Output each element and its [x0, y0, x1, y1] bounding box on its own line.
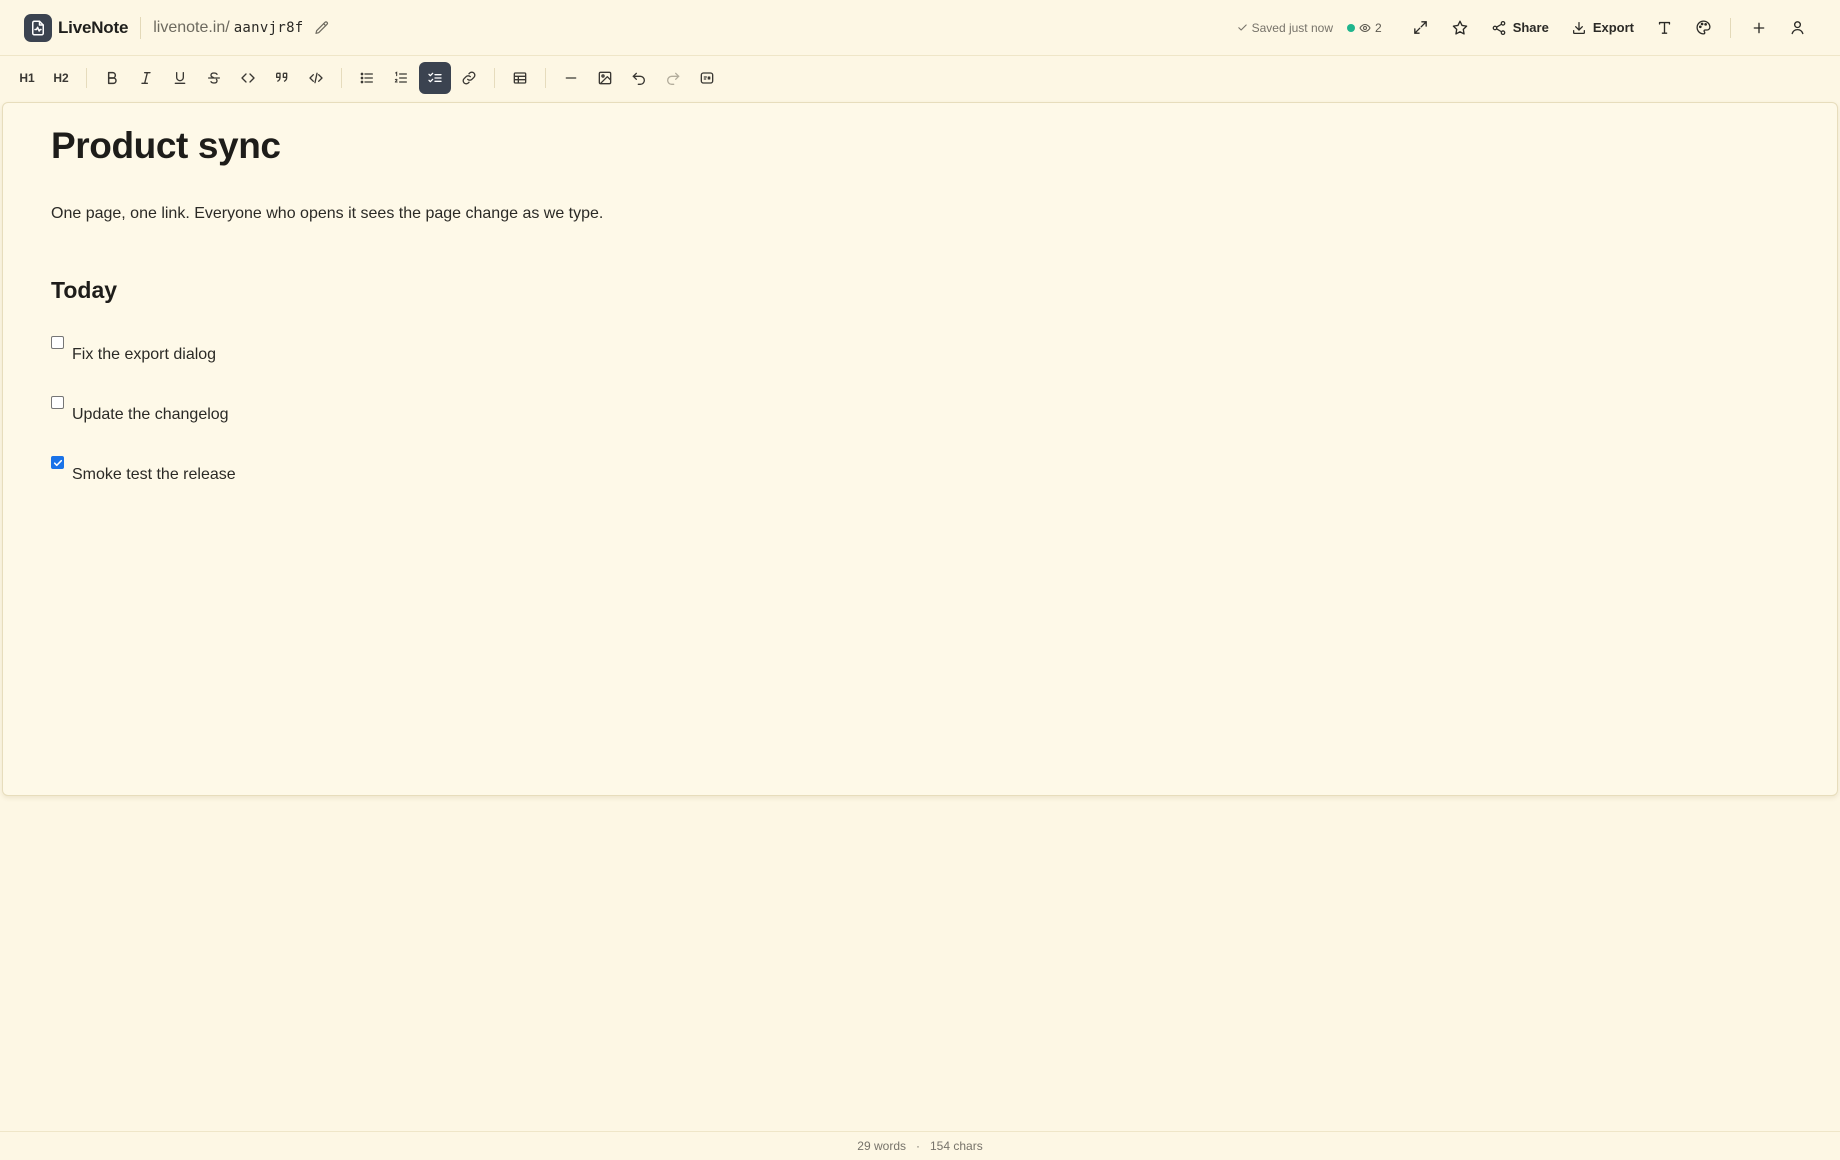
- heading-1-button[interactable]: H1: [11, 62, 43, 94]
- link-button[interactable]: [453, 62, 485, 94]
- export-button[interactable]: Export: [1561, 11, 1644, 45]
- favorite-button[interactable]: [1441, 11, 1479, 45]
- task-list-button[interactable]: [419, 62, 451, 94]
- document-intro-paragraph[interactable]: One page, one link. Everyone who opens i…: [51, 205, 603, 223]
- checkmark-icon: [53, 459, 62, 466]
- header-divider: [140, 16, 142, 39]
- header-actions: Saved just now 2 Share Export: [1237, 11, 1816, 45]
- export-label: Export: [1592, 20, 1634, 35]
- edit-slug-pencil-icon[interactable]: [314, 20, 330, 36]
- numbered-list-button[interactable]: [385, 62, 417, 94]
- header-actions-divider: [1730, 17, 1731, 38]
- section-heading[interactable]: Today: [51, 277, 117, 304]
- code-block-button[interactable]: [300, 62, 332, 94]
- task-label[interactable]: Smoke test the release: [72, 466, 236, 484]
- undo-icon: [632, 72, 645, 85]
- text-font-icon: [1658, 21, 1671, 34]
- editor-canvas[interactable]: Product sync One page, one link. Everyon…: [2, 102, 1838, 796]
- heading-2-button[interactable]: H2: [45, 62, 77, 94]
- embed-box-icon: [700, 72, 714, 84]
- horizontal-rule-icon: [565, 77, 577, 79]
- save-status: Saved just now: [1237, 21, 1333, 35]
- task-item: Update the changelog: [51, 396, 229, 424]
- app-logo-icon[interactable]: [24, 13, 52, 42]
- task-checkbox-checked[interactable]: [51, 456, 64, 469]
- viewer-presence[interactable]: 2: [1347, 21, 1382, 35]
- redo-icon: [667, 72, 680, 85]
- strikethrough-button[interactable]: [198, 62, 230, 94]
- image-icon: [598, 71, 612, 85]
- new-page-button[interactable]: [1741, 11, 1777, 45]
- blockquote-button[interactable]: [266, 62, 298, 94]
- toolbar-divider: [494, 68, 495, 88]
- eye-icon: [1359, 23, 1371, 32]
- task-label[interactable]: Update the changelog: [72, 406, 229, 424]
- user-icon: [1791, 21, 1804, 35]
- viewer-count: 2: [1375, 20, 1382, 35]
- share-button[interactable]: Share: [1481, 11, 1559, 45]
- plus-icon: [1753, 22, 1765, 33]
- strikethrough-icon: [208, 72, 220, 84]
- quote-icon: [276, 72, 288, 82]
- task-item: Fix the export dialog: [51, 336, 216, 364]
- online-dot-icon: [1347, 23, 1355, 32]
- underline-icon: [174, 72, 186, 84]
- horizontal-rule-button[interactable]: [555, 62, 587, 94]
- fullscreen-button[interactable]: [1402, 11, 1439, 45]
- table-icon: [513, 72, 527, 84]
- table-button[interactable]: [504, 62, 536, 94]
- bold-icon: [107, 71, 117, 85]
- typography-button[interactable]: [1646, 11, 1683, 45]
- char-count: 154 chars: [930, 1139, 983, 1153]
- status-separator: ·: [916, 1139, 920, 1153]
- code-brackets-icon: [241, 73, 255, 83]
- word-count: 29 words: [857, 1139, 906, 1153]
- underline-button[interactable]: [164, 62, 196, 94]
- palette-icon: [1696, 20, 1711, 35]
- toolbar-divider: [545, 68, 546, 88]
- theme-button[interactable]: [1685, 11, 1722, 45]
- page-domain: livenote.in/: [153, 18, 230, 36]
- embed-button[interactable]: [691, 62, 723, 94]
- heading-1-label: H1: [19, 71, 35, 85]
- numbered-list-icon: [394, 71, 407, 83]
- inline-code-button[interactable]: [232, 62, 264, 94]
- expand-icon: [1413, 21, 1427, 34]
- task-item: Smoke test the release: [51, 456, 236, 484]
- toolbar-divider: [86, 68, 87, 88]
- page-slug[interactable]: aanvjr8f: [234, 20, 304, 36]
- star-icon: [1452, 20, 1467, 35]
- checklist-icon: [428, 72, 442, 83]
- app-name[interactable]: LiveNote: [58, 18, 128, 38]
- toolbar-divider: [341, 68, 342, 88]
- share-icon: [1492, 20, 1506, 35]
- task-checkbox[interactable]: [51, 396, 64, 409]
- heading-2-label: H2: [53, 71, 69, 85]
- code-block-icon: [309, 72, 323, 84]
- image-button[interactable]: [589, 62, 621, 94]
- status-bar: 29 words · 154 chars: [0, 1131, 1840, 1160]
- undo-button[interactable]: [623, 62, 655, 94]
- italic-button[interactable]: [130, 62, 162, 94]
- task-label[interactable]: Fix the export dialog: [72, 346, 216, 364]
- account-button[interactable]: [1779, 11, 1816, 45]
- link-icon: [462, 71, 476, 85]
- bullet-list-button[interactable]: [351, 62, 383, 94]
- top-bar: LiveNote livenote.in/ aanvjr8f Saved jus…: [0, 0, 1840, 56]
- share-label: Share: [1512, 20, 1549, 35]
- check-icon: [1237, 24, 1247, 31]
- italic-icon: [141, 72, 151, 84]
- bullet-list-icon: [360, 72, 373, 84]
- document-title[interactable]: Product sync: [51, 125, 281, 167]
- format-toolbar: H1 H2: [0, 56, 1840, 100]
- download-icon: [1572, 21, 1585, 34]
- save-status-text: Saved just now: [1251, 20, 1333, 35]
- task-checkbox[interactable]: [51, 336, 64, 349]
- bold-button[interactable]: [96, 62, 128, 94]
- redo-button[interactable]: [657, 62, 689, 94]
